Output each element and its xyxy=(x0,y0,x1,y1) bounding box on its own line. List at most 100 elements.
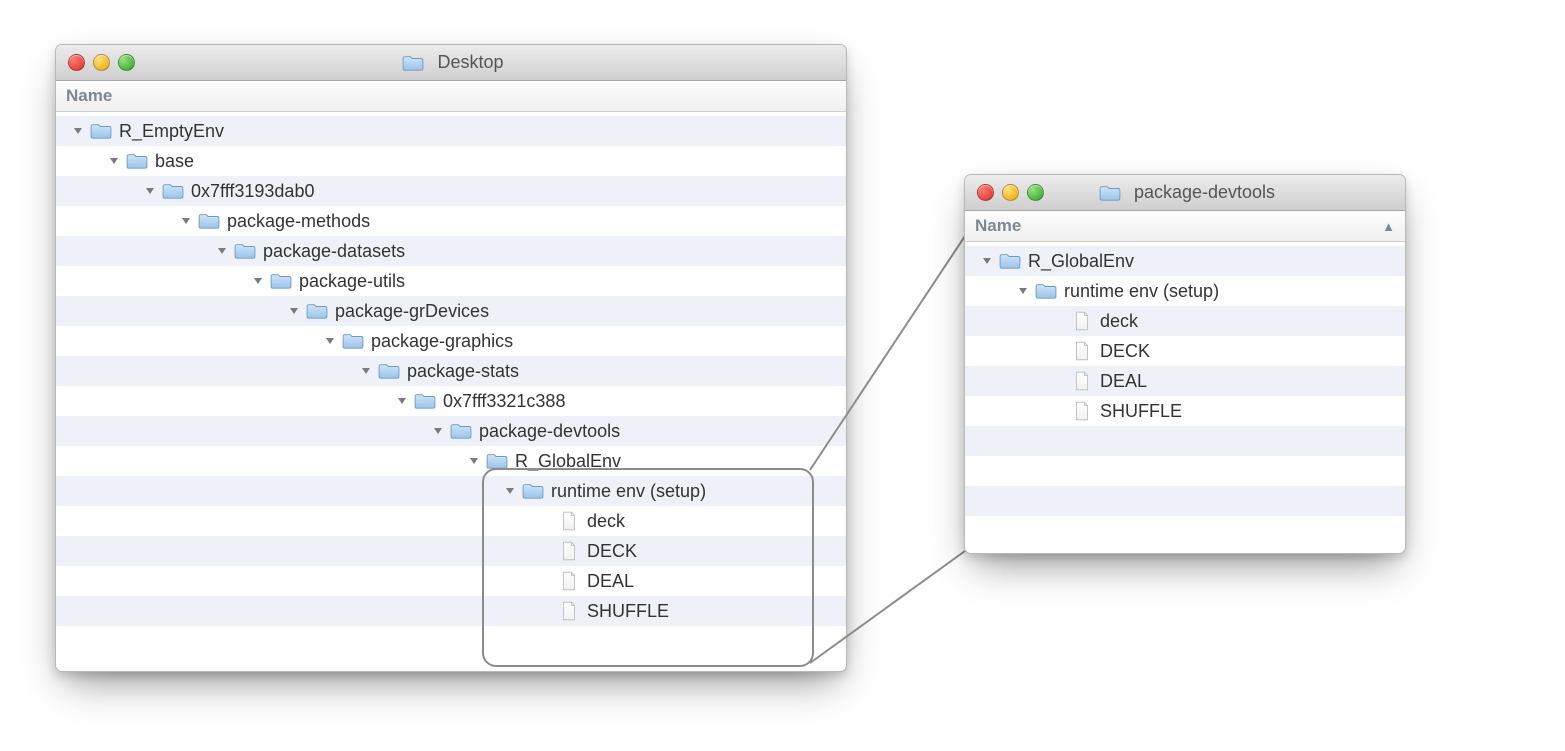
window-controls xyxy=(977,184,1044,201)
tree-row[interactable]: R_EmptyEnv xyxy=(56,116,846,146)
folder-icon xyxy=(377,361,401,381)
tree-row[interactable]: DECK xyxy=(56,536,846,566)
item-label: R_GlobalEnv xyxy=(514,451,621,472)
disclosure-triangle-icon[interactable] xyxy=(394,396,410,406)
disclosure-triangle-icon[interactable] xyxy=(286,306,302,316)
close-icon[interactable] xyxy=(977,184,994,201)
titlebar[interactable]: package-devtools xyxy=(965,175,1405,211)
item-label: deck xyxy=(586,511,625,532)
disclosure-triangle-icon[interactable] xyxy=(322,336,338,346)
disclosure-triangle-icon[interactable] xyxy=(979,256,995,266)
tree-row[interactable] xyxy=(965,456,1405,486)
tree-row[interactable]: package-utils xyxy=(56,266,846,296)
zoom-icon[interactable] xyxy=(118,54,135,71)
file-icon xyxy=(557,571,581,591)
item-label: DECK xyxy=(586,541,637,562)
disclosure-triangle-icon[interactable] xyxy=(502,486,518,496)
folder-icon xyxy=(521,481,545,501)
item-label: runtime env (setup) xyxy=(550,481,706,502)
item-label: DEAL xyxy=(586,571,634,592)
minimize-icon[interactable] xyxy=(1002,184,1019,201)
folder-icon xyxy=(269,271,293,291)
item-label: DECK xyxy=(1099,341,1150,362)
file-icon xyxy=(557,541,581,561)
item-label: 0x7fff3321c388 xyxy=(442,391,565,412)
disclosure-triangle-icon[interactable] xyxy=(250,276,266,286)
folder-icon xyxy=(197,211,221,231)
disclosure-triangle-icon[interactable] xyxy=(466,456,482,466)
folder-icon xyxy=(485,451,509,471)
tree-row[interactable] xyxy=(965,486,1405,516)
item-label: package-graphics xyxy=(370,331,513,352)
file-icon xyxy=(1070,401,1094,421)
tree-row[interactable]: DECK xyxy=(965,336,1405,366)
item-label: package-utils xyxy=(298,271,405,292)
tree-row[interactable] xyxy=(965,516,1405,546)
tree-row[interactable]: deck xyxy=(965,306,1405,336)
item-label: SHUFFLE xyxy=(1099,401,1182,422)
file-icon xyxy=(557,601,581,621)
tree-row[interactable]: package-methods xyxy=(56,206,846,236)
folder-icon xyxy=(233,241,257,261)
close-icon[interactable] xyxy=(68,54,85,71)
tree-row[interactable]: 0x7fff3193dab0 xyxy=(56,176,846,206)
item-label: runtime env (setup) xyxy=(1063,281,1219,302)
titlebar[interactable]: Desktop xyxy=(56,45,846,81)
zoom-icon[interactable] xyxy=(1027,184,1044,201)
column-header-name: Name xyxy=(66,86,112,106)
tree-row[interactable]: DEAL xyxy=(56,566,846,596)
tree-row[interactable]: R_GlobalEnv xyxy=(965,246,1405,276)
sort-ascending-icon[interactable]: ▲ xyxy=(1382,219,1395,234)
tree-row[interactable]: 0x7fff3321c388 xyxy=(56,386,846,416)
file-icon xyxy=(1070,371,1094,391)
disclosure-triangle-icon[interactable] xyxy=(178,216,194,226)
folder-icon xyxy=(161,181,185,201)
folder-icon xyxy=(1034,281,1058,301)
window-title-text: package-devtools xyxy=(1134,182,1275,203)
tree-row[interactable]: package-devtools xyxy=(56,416,846,446)
disclosure-triangle-icon[interactable] xyxy=(106,156,122,166)
item-label: 0x7fff3193dab0 xyxy=(190,181,314,202)
column-header[interactable]: Name xyxy=(56,81,846,112)
tree-row[interactable]: deck xyxy=(56,506,846,536)
tree-row[interactable]: runtime env (setup) xyxy=(965,276,1405,306)
item-label: SHUFFLE xyxy=(586,601,669,622)
folder-icon xyxy=(89,121,113,141)
file-tree: R_EmptyEnvbase 0x7fff3193dab0 package-meth… xyxy=(56,112,846,630)
tree-row[interactable]: package-grDevices xyxy=(56,296,846,326)
disclosure-triangle-icon[interactable] xyxy=(1015,286,1031,296)
item-label: package-stats xyxy=(406,361,519,382)
file-tree: R_GlobalEnvruntime env (setup) deck DECK DE… xyxy=(965,242,1405,550)
item-label: R_GlobalEnv xyxy=(1027,251,1134,272)
tree-row[interactable]: package-datasets xyxy=(56,236,846,266)
tree-row[interactable]: SHUFFLE xyxy=(965,396,1405,426)
tree-row[interactable]: R_GlobalEnv xyxy=(56,446,846,476)
disclosure-triangle-icon[interactable] xyxy=(142,186,158,196)
window-controls xyxy=(68,54,135,71)
tree-row[interactable]: package-graphics xyxy=(56,326,846,356)
disclosure-triangle-icon[interactable] xyxy=(430,426,446,436)
disclosure-triangle-icon[interactable] xyxy=(70,126,86,136)
finder-window-package-devtools: package-devtools Name ▲ R_GlobalEnvrunti… xyxy=(964,174,1406,554)
minimize-icon[interactable] xyxy=(93,54,110,71)
item-label: package-methods xyxy=(226,211,370,232)
folder-icon xyxy=(401,53,425,73)
file-icon xyxy=(1070,311,1094,331)
window-title: Desktop xyxy=(56,52,846,73)
tree-row[interactable]: runtime env (setup) xyxy=(56,476,846,506)
tree-row[interactable]: package-stats xyxy=(56,356,846,386)
folder-icon xyxy=(305,301,329,321)
tree-row[interactable] xyxy=(965,426,1405,456)
disclosure-triangle-icon[interactable] xyxy=(358,366,374,376)
tree-row[interactable]: DEAL xyxy=(965,366,1405,396)
item-label: package-datasets xyxy=(262,241,405,262)
folder-icon xyxy=(413,391,437,411)
tree-row[interactable]: SHUFFLE xyxy=(56,596,846,626)
folder-icon xyxy=(125,151,149,171)
item-label: DEAL xyxy=(1099,371,1147,392)
item-label: deck xyxy=(1099,311,1138,332)
disclosure-triangle-icon[interactable] xyxy=(214,246,230,256)
folder-icon xyxy=(341,331,365,351)
column-header[interactable]: Name ▲ xyxy=(965,211,1405,242)
tree-row[interactable]: base xyxy=(56,146,846,176)
